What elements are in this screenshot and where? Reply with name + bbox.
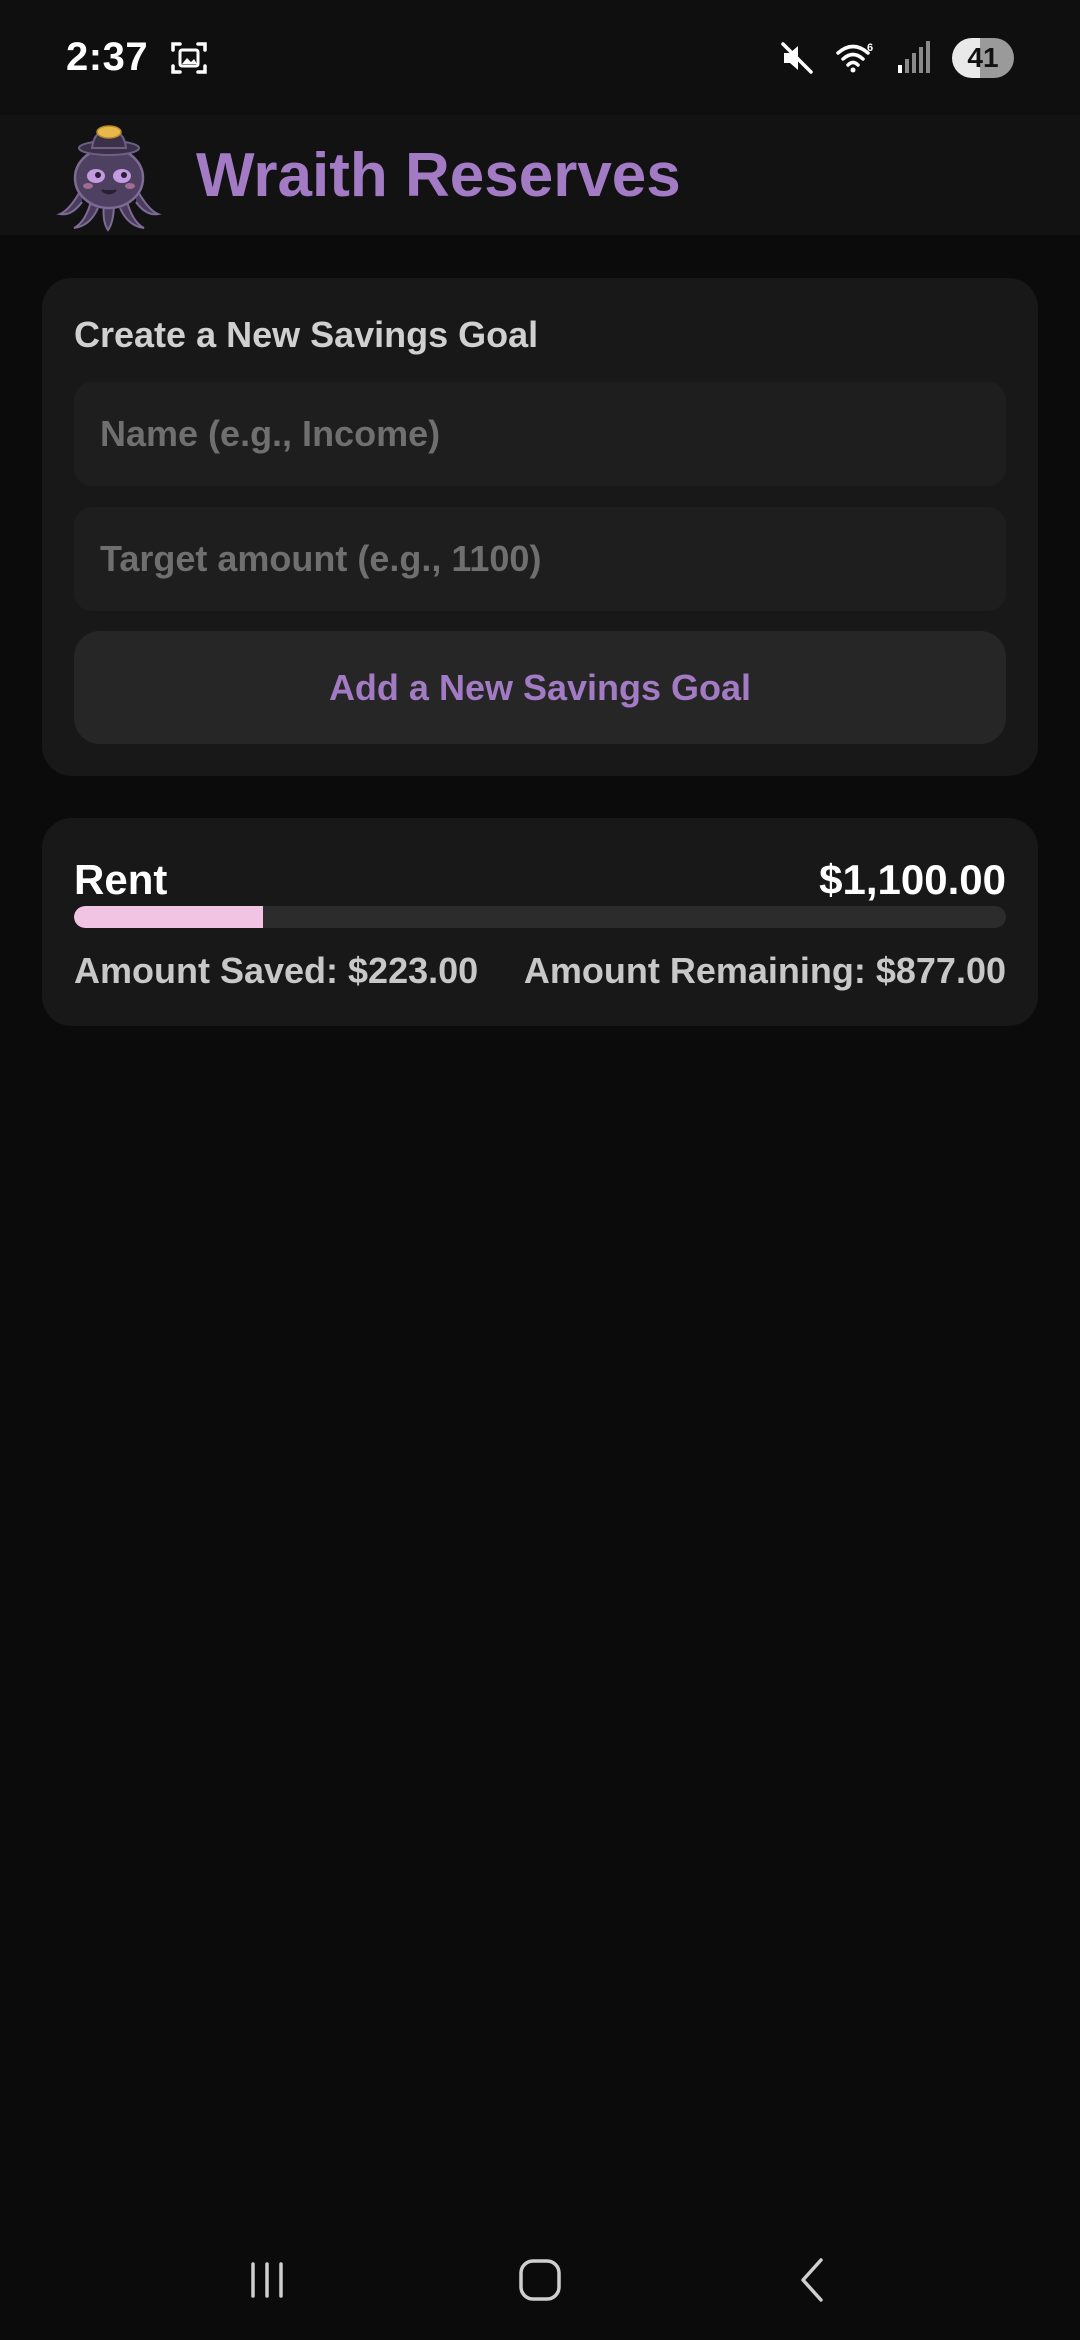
battery-indicator: 41	[952, 37, 1014, 78]
add-savings-goal-button[interactable]: Add a New Savings Goal	[74, 631, 1006, 744]
signal-icon	[898, 40, 930, 73]
status-icons: 6 41	[778, 37, 1014, 78]
screenshot-icon	[171, 41, 207, 74]
savings-goal-card[interactable]: Rent $1,100.00 Amount Saved: $223.00 Amo…	[42, 818, 1038, 1026]
goal-progress-bar	[74, 906, 1006, 928]
status-bar: 2:37 6 41	[0, 0, 1080, 115]
amount-remaining: Amount Remaining: $877.00	[523, 950, 1006, 991]
goal-target-amount: $1,100.00	[819, 856, 1006, 903]
status-time: 2:37	[66, 35, 149, 79]
home-button[interactable]	[505, 2245, 575, 2315]
wifi-icon: 6	[836, 42, 873, 72]
mute-icon	[781, 41, 813, 74]
svg-text:6: 6	[867, 42, 873, 54]
amount-saved: Amount Saved: $223.00	[74, 950, 479, 991]
home-icon	[519, 2259, 561, 2301]
system-nav-bar	[0, 2220, 1080, 2340]
back-button[interactable]	[778, 2245, 848, 2315]
app-title: Wraith Reserves	[196, 140, 681, 210]
recents-icon	[250, 2262, 283, 2298]
goal-name: Rent	[74, 856, 168, 903]
create-goal-heading: Create a New Savings Goal	[74, 314, 539, 355]
octopus-mascot-logo	[56, 125, 162, 232]
recents-button[interactable]	[232, 2245, 302, 2315]
create-goal-card: Create a New Savings Goal Add a New Savi…	[42, 278, 1038, 776]
goal-progress-fill	[74, 906, 263, 928]
goal-name-input[interactable]	[74, 382, 1006, 486]
back-icon	[801, 2258, 824, 2302]
app-header: Wraith Reserves	[0, 115, 1080, 235]
goal-target-amount-input[interactable]	[74, 507, 1006, 611]
